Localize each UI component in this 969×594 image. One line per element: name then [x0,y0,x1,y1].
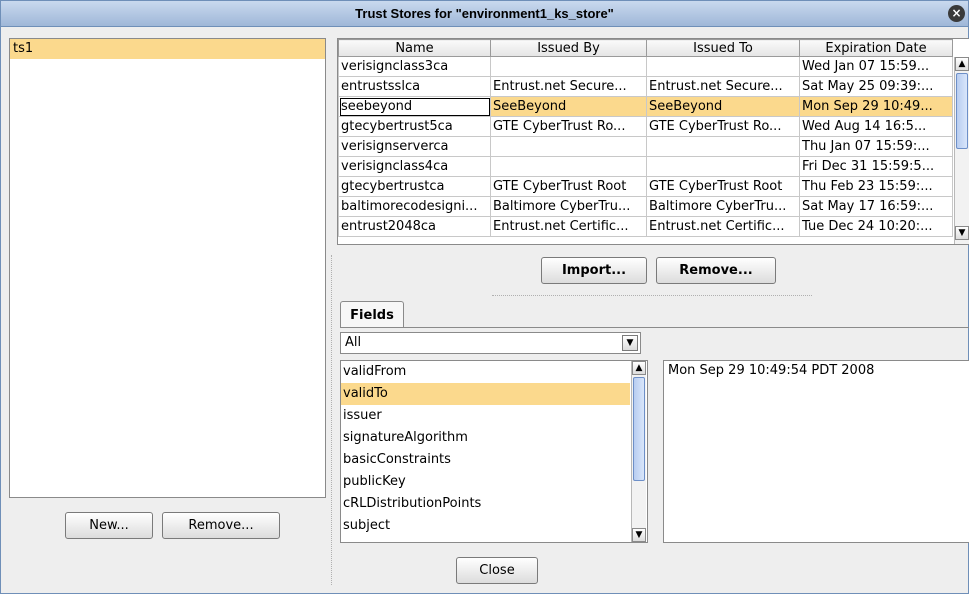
cell-expiration: Sat May 25 09:39:... [799,76,953,97]
trust-store-list[interactable]: ts1 [9,38,326,498]
cell-issued-to: GTE CyberTrust Ro... [646,116,800,137]
cell-issued-by: Entrust.net Certific... [490,216,647,237]
cell-name: entrust2048ca [338,216,491,237]
title-bar[interactable]: Trust Stores for "environment1_ks_store"… [1,1,968,27]
cell-name: verisignclass4ca [338,156,491,177]
cell-issued-to: GTE CyberTrust Root [646,176,800,197]
table-row[interactable]: verisignserverca Thu Jan 07 15:59:... [338,136,953,157]
fields-filter-select[interactable]: All ▼ [340,332,641,354]
table-row[interactable]: gtecybertrustca GTE CyberTrust Root GTE … [338,176,953,197]
cell-issued-to: SeeBeyond [646,96,800,117]
field-value-panel[interactable]: Mon Sep 29 10:49:54 PDT 2008 [663,360,969,543]
list-item[interactable]: issuer [341,405,647,427]
cell-expiration: Thu Feb 23 15:59:... [799,176,953,197]
table-row[interactable]: verisignclass3ca Wed Jan 07 15:59... [338,56,953,77]
scroll-up-icon[interactable]: ▲ [955,57,969,71]
column-header-name[interactable]: Name [338,39,491,57]
cell-name: seebeyond [338,96,491,117]
splitter[interactable] [331,255,332,585]
tab-fields[interactable]: Fields [340,301,404,328]
list-item[interactable]: cRLDistributionPoints [341,493,647,515]
cell-issued-to [646,56,800,77]
column-header-issued-by[interactable]: Issued By [490,39,647,57]
table-row[interactable]: verisignclass4ca Fri Dec 31 15:59:5... [338,156,953,177]
cell-name: baltimorecodesigni... [338,196,491,217]
tab-divider [340,327,969,328]
list-item-selected[interactable]: validTo [341,383,630,405]
table-row[interactable]: entrust2048ca Entrust.net Certific... En… [338,216,953,237]
list-item[interactable]: subject [341,515,647,537]
cell-issued-to: Entrust.net Certific... [646,216,800,237]
remove-certificate-button[interactable]: Remove... [656,257,776,284]
cell-expiration: Wed Jan 07 15:59... [799,56,953,77]
cell-issued-to [646,136,800,157]
scroll-down-icon[interactable]: ▼ [955,226,969,240]
field-value-text: Mon Sep 29 10:49:54 PDT 2008 [668,363,875,378]
cell-expiration: Mon Sep 29 10:49... [799,96,953,117]
cell-issued-to [646,156,800,177]
import-button[interactable]: Import... [541,257,647,284]
cell-name: gtecybertrustca [338,176,491,197]
column-header-expiration[interactable]: Expiration Date [799,39,953,57]
cell-issued-by: Baltimore CyberTru... [490,196,647,217]
chevron-down-icon[interactable]: ▼ [622,335,638,351]
scroll-thumb[interactable] [633,377,645,481]
certificates-grid: Name Issued By Issued To Expiration Date… [338,39,953,237]
scroll-down-icon[interactable]: ▼ [632,528,646,542]
cell-expiration: Tue Dec 24 10:20:... [799,216,953,237]
cell-issued-by: SeeBeyond [490,96,647,117]
cell-name: verisignserverca [338,136,491,157]
close-icon[interactable]: × [948,5,965,22]
cell-name: gtecybertrust5ca [338,116,491,137]
cell-issued-by: GTE CyberTrust Root [490,176,647,197]
close-button[interactable]: Close [456,557,538,584]
list-item[interactable]: validFrom [341,361,647,383]
trust-store-item[interactable]: ts1 [10,39,325,59]
cell-expiration: Wed Aug 14 16:5... [799,116,953,137]
cell-issued-by: Entrust.net Secure... [490,76,647,97]
fields-list[interactable]: validFrom validTo issuer signatureAlgori… [340,360,648,543]
table-row[interactable]: gtecybertrust5ca GTE CyberTrust Ro... GT… [338,116,953,137]
fields-scrollbar[interactable]: ▲ ▼ [631,361,646,542]
cell-issued-to: Entrust.net Secure... [646,76,800,97]
fields-filter-value: All [345,335,362,350]
cell-issued-to: Baltimore CyberTru... [646,196,800,217]
certificates-table[interactable]: Name Issued By Issued To Expiration Date… [337,38,969,245]
trust-stores-dialog: Trust Stores for "environment1_ks_store"… [0,0,969,594]
table-row[interactable]: entrustsslca Entrust.net Secure... Entru… [338,76,953,97]
list-item[interactable]: basicConstraints [341,449,647,471]
column-header-issued-to[interactable]: Issued To [646,39,800,57]
cell-name: verisignclass3ca [338,56,491,77]
cell-issued-by: GTE CyberTrust Ro... [490,116,647,137]
list-item[interactable]: publicKey [341,471,647,493]
cell-issued-by [490,56,647,77]
cell-expiration: Fri Dec 31 15:59:5... [799,156,953,177]
scroll-thumb[interactable] [956,73,968,149]
new-store-button[interactable]: New... [65,512,153,539]
list-item[interactable]: signatureAlgorithm [341,427,647,449]
scroll-up-icon[interactable]: ▲ [632,361,646,375]
cell-expiration: Sat May 17 16:59:... [799,196,953,217]
table-row[interactable]: baltimorecodesigni... Baltimore CyberTru… [338,196,953,217]
cell-name: entrustsslca [338,76,491,97]
cell-expiration: Thu Jan 07 15:59:... [799,136,953,157]
table-header: Name Issued By Issued To Expiration Date [338,39,953,57]
remove-store-button[interactable]: Remove... [162,512,280,539]
cell-issued-by [490,136,647,157]
cell-issued-by [490,156,647,177]
table-row-selected[interactable]: seebeyond SeeBeyond SeeBeyond Mon Sep 29… [338,96,953,117]
certificates-scrollbar[interactable]: ▲ ▼ [954,57,969,244]
dialog-title: Trust Stores for "environment1_ks_store" [355,6,614,21]
divider[interactable] [492,295,812,296]
